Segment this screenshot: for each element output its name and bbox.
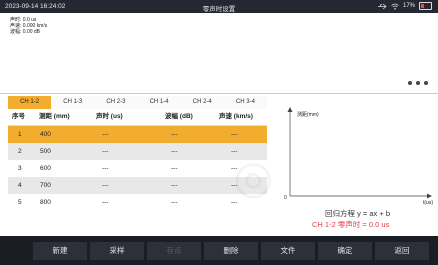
sample-button[interactable]: 采样: [90, 242, 144, 260]
x-axis-arrow: [427, 193, 432, 199]
table-row[interactable]: 2 500 --- --- ---: [8, 143, 267, 160]
battery-icon: [419, 2, 432, 10]
battery-percent: 17%: [402, 3, 415, 9]
header-amplitude: 波幅 (dB): [165, 113, 193, 120]
waveform-area: [0, 55, 438, 93]
y-axis-arrow: [287, 107, 293, 112]
tab-ch-3-4[interactable]: CH 3-4: [224, 96, 267, 109]
channel-tabs: CH 1-2 CH 1-3 CH 2-3 CH 1-4 CH 2-4 CH 3-…: [8, 96, 267, 109]
header-time: 声时 (us): [96, 113, 123, 120]
status-icons: 17%: [377, 2, 432, 10]
header-index: 序号: [12, 113, 25, 120]
status-bar: 2023-09-14 16:24:02 零声时设置 17%: [0, 0, 438, 13]
info-amplitude: 波幅: 0.00 dB: [10, 29, 41, 35]
header-velocity: 声速 (km/s): [219, 113, 253, 120]
delete-button[interactable]: 删除: [204, 242, 258, 260]
file-button[interactable]: 文件: [261, 242, 315, 260]
table-row[interactable]: 4 700 --- --- ---: [8, 177, 267, 194]
tab-ch-1-4[interactable]: CH 1-4: [138, 96, 181, 109]
new-button[interactable]: 新建: [33, 242, 87, 260]
back-button[interactable]: 返回: [375, 242, 429, 260]
info-panel: 声时: 0.0 us 声速: 0.000 km/s 波幅: 0.00 dB: [0, 13, 438, 55]
divider: [0, 93, 438, 94]
wifi-icon: [391, 3, 399, 10]
tab-ch-1-2[interactable]: CH 1-2: [8, 96, 52, 109]
x-axis-label: t(us): [423, 200, 433, 206]
table-header: 序号 测距 (mm) 声时 (us) 波幅 (dB) 声速 (km/s): [8, 109, 267, 126]
tab-ch-2-3[interactable]: CH 2-3: [94, 96, 137, 109]
more-menu-icon[interactable]: [408, 81, 428, 85]
table-row[interactable]: 5 800 --- --- ---: [8, 194, 267, 211]
y-axis-label: 测距(mm): [297, 111, 319, 118]
zero-time-result: CH 1-2 零声时 = 0.0 us: [312, 220, 390, 229]
confirm-button[interactable]: 确定: [318, 242, 372, 260]
page-title: 零声时设置: [202, 6, 236, 13]
table-row[interactable]: 1 400 --- --- ---: [8, 126, 267, 143]
regression-equation: 回归方程 y = ax + b: [325, 209, 391, 218]
header-distance: 测距 (mm): [39, 113, 70, 120]
save-point-button[interactable]: 存点: [147, 242, 201, 260]
table-row[interactable]: 3 600 --- --- ---: [8, 160, 267, 177]
origin-label: 0: [284, 195, 287, 201]
usb-icon: [377, 3, 387, 9]
tab-ch-2-4[interactable]: CH 2-4: [181, 96, 224, 109]
bottom-toolbar: 新建 采样 存点 删除 文件 确定 返回: [0, 236, 438, 265]
tab-ch-1-3[interactable]: CH 1-3: [51, 96, 94, 109]
table-empty-area: [8, 210, 267, 236]
